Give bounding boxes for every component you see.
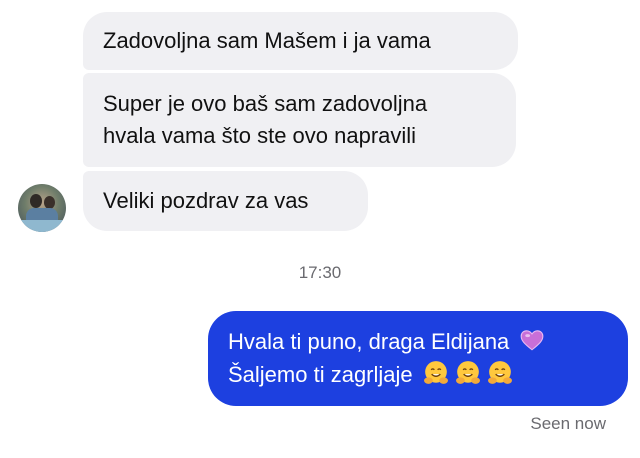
hugging-face-icon (455, 361, 480, 384)
message-text-line-1: Super je ovo baš sam zadovoljna (103, 91, 428, 116)
outgoing-message[interactable]: Hvala ti puno, draga Eldijana Šaljemo ti… (208, 311, 628, 406)
purple-heart-icon (521, 330, 544, 351)
outgoing-line-2: Šaljemo ti zagrljaje (228, 358, 628, 391)
incoming-message-2[interactable]: Super je ovo baš sam zadovoljna hvala va… (83, 73, 516, 167)
message-text-line-2: hvala vama što ste ovo napravili (103, 123, 417, 148)
incoming-message-3[interactable]: Veliki pozdrav za vas (83, 171, 368, 231)
hugging-face-icon (423, 361, 448, 384)
outgoing-text-2: Šaljemo ti zagrljaje (228, 362, 413, 387)
outgoing-line-1: Hvala ti puno, draga Eldijana (228, 325, 628, 358)
message-text: Zadovoljna sam Mašem i ja vama (103, 28, 431, 53)
seen-status: Seen now (530, 414, 606, 433)
sender-avatar[interactable] (18, 184, 66, 232)
outgoing-text-1: Hvala ti puno, draga Eldijana (228, 329, 510, 354)
hugging-face-icon (488, 361, 512, 384)
incoming-message-1[interactable]: Zadovoljna sam Mašem i ja vama (83, 12, 518, 70)
message-timestamp: 17:30 (298, 263, 342, 282)
message-text: Veliki pozdrav za vas (103, 188, 309, 213)
